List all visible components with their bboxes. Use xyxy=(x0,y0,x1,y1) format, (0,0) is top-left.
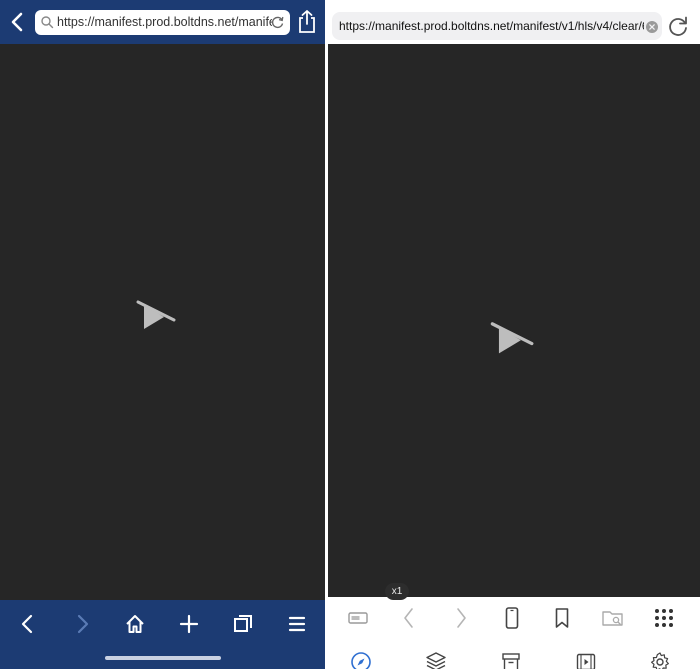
right-video-area[interactable] xyxy=(328,44,700,597)
phone-icon[interactable] xyxy=(497,603,527,633)
toolbar-row-top xyxy=(328,603,700,633)
left-bottom-toolbar xyxy=(0,600,325,669)
apps-grid-icon[interactable] xyxy=(649,603,679,633)
left-address-bar[interactable]: https://manifest.prod.boltdns.net/manife… xyxy=(35,10,290,35)
right-bottom-toolbar: x1 xyxy=(328,583,700,669)
bookmark-icon[interactable] xyxy=(547,603,577,633)
compass-icon[interactable] xyxy=(346,647,376,669)
back-button[interactable] xyxy=(13,610,43,638)
share-icon[interactable] xyxy=(296,9,318,35)
video-player-icon[interactable] xyxy=(571,647,601,669)
reader-icon[interactable] xyxy=(343,603,373,633)
left-video-area[interactable] xyxy=(0,44,325,600)
right-top-bar: https://manifest.prod.boltdns.net/manife… xyxy=(328,0,700,44)
search-icon xyxy=(40,15,54,29)
right-address-bar[interactable]: https://manifest.prod.boltdns.net/manife… xyxy=(332,12,662,40)
right-browser: https://manifest.prod.boltdns.net/manife… xyxy=(328,0,700,669)
clear-icon[interactable] xyxy=(646,20,658,33)
back-icon[interactable] xyxy=(6,9,30,35)
right-url-text: https://manifest.prod.boltdns.net/manife… xyxy=(339,19,644,33)
layers-icon[interactable] xyxy=(421,647,451,669)
video-unavailable-icon xyxy=(134,297,176,330)
forward-button[interactable] xyxy=(67,610,97,638)
left-url-text: https://manifest.prod.boltdns.net/manife… xyxy=(57,15,272,29)
left-top-bar: https://manifest.prod.boltdns.net/manife… xyxy=(0,0,325,44)
home-indicator xyxy=(105,656,221,660)
new-tab-button[interactable] xyxy=(174,610,204,638)
forward-button[interactable] xyxy=(446,603,476,633)
home-button[interactable] xyxy=(120,610,150,638)
archive-icon[interactable] xyxy=(496,647,526,669)
folder-search-icon[interactable] xyxy=(598,603,628,633)
menu-button[interactable] xyxy=(282,610,312,638)
left-browser: https://manifest.prod.boltdns.net/manife… xyxy=(0,0,325,669)
reload-icon[interactable] xyxy=(271,15,285,29)
tabs-button[interactable] xyxy=(228,610,258,638)
back-button[interactable] xyxy=(394,603,424,633)
gear-icon[interactable] xyxy=(645,647,675,669)
reload-icon[interactable] xyxy=(666,14,690,38)
video-unavailable-icon xyxy=(488,318,534,354)
toolbar-row-bottom xyxy=(328,647,700,669)
playback-speed-badge[interactable]: x1 xyxy=(385,583,409,600)
